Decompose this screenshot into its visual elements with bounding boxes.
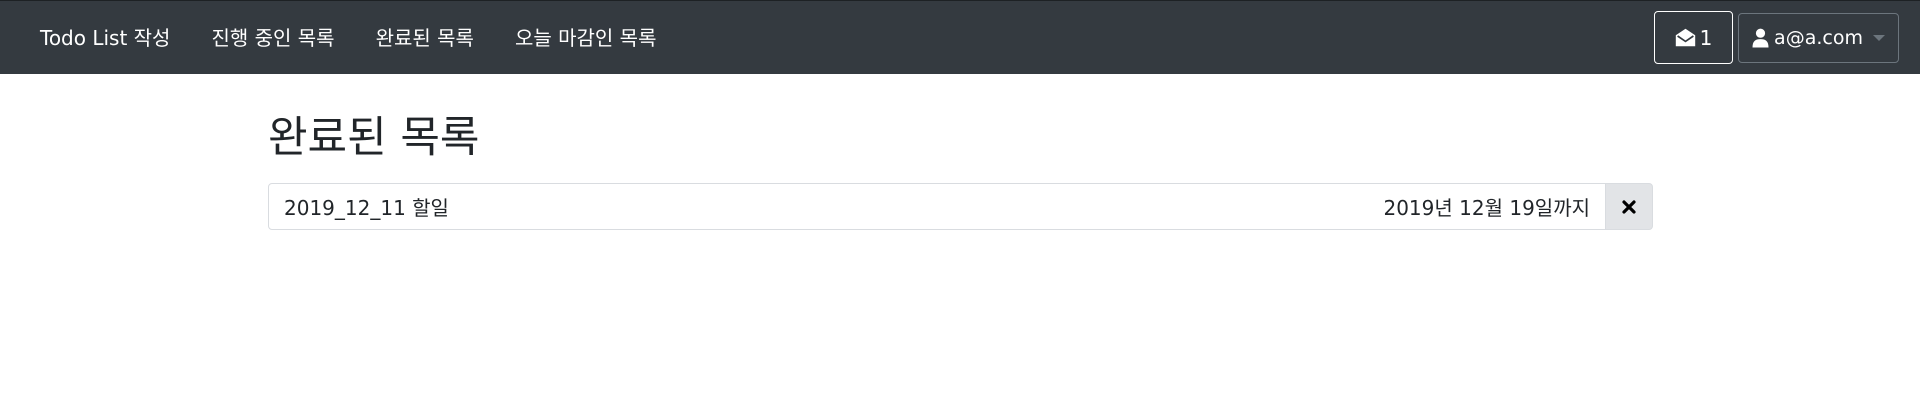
- main-content: 완료된 목록 2019_12_11 할일 2019년 12월 19일까지: [268, 112, 1653, 230]
- todo-deadline: 2019년 12월 19일까지: [1383, 196, 1590, 220]
- todo-item[interactable]: 2019_12_11 할일 2019년 12월 19일까지: [268, 183, 1606, 230]
- nav-right: 1 a@a.com: [1654, 11, 1899, 64]
- nav-links: Todo List 작성 진행 중인 목록 완료된 목록 오늘 마감인 목록: [0, 1, 687, 75]
- messages-button[interactable]: 1: [1654, 11, 1733, 64]
- user-icon: [1752, 28, 1769, 47]
- caret-down-icon: [1872, 34, 1885, 41]
- envelope-open-icon: [1675, 28, 1695, 47]
- todo-title: 2019_12_11 할일: [284, 196, 449, 220]
- user-email: a@a.com: [1774, 26, 1863, 49]
- messages-count: 1: [1699, 25, 1713, 50]
- nav-item-todo-create[interactable]: Todo List 작성: [30, 1, 180, 75]
- nav-item-due-today[interactable]: 오늘 마감인 목록: [505, 1, 667, 75]
- delete-todo-button[interactable]: [1606, 183, 1653, 230]
- todo-row: 2019_12_11 할일 2019년 12월 19일까지: [268, 183, 1653, 230]
- close-icon: [1622, 199, 1636, 214]
- navbar: Todo List 작성 진행 중인 목록 완료된 목록 오늘 마감인 목록 1…: [0, 0, 1920, 74]
- user-menu-button[interactable]: a@a.com: [1738, 12, 1899, 63]
- nav-item-in-progress[interactable]: 진행 중인 목록: [201, 1, 344, 75]
- nav-item-completed[interactable]: 완료된 목록: [366, 1, 484, 75]
- page-title: 완료된 목록: [268, 113, 480, 163]
